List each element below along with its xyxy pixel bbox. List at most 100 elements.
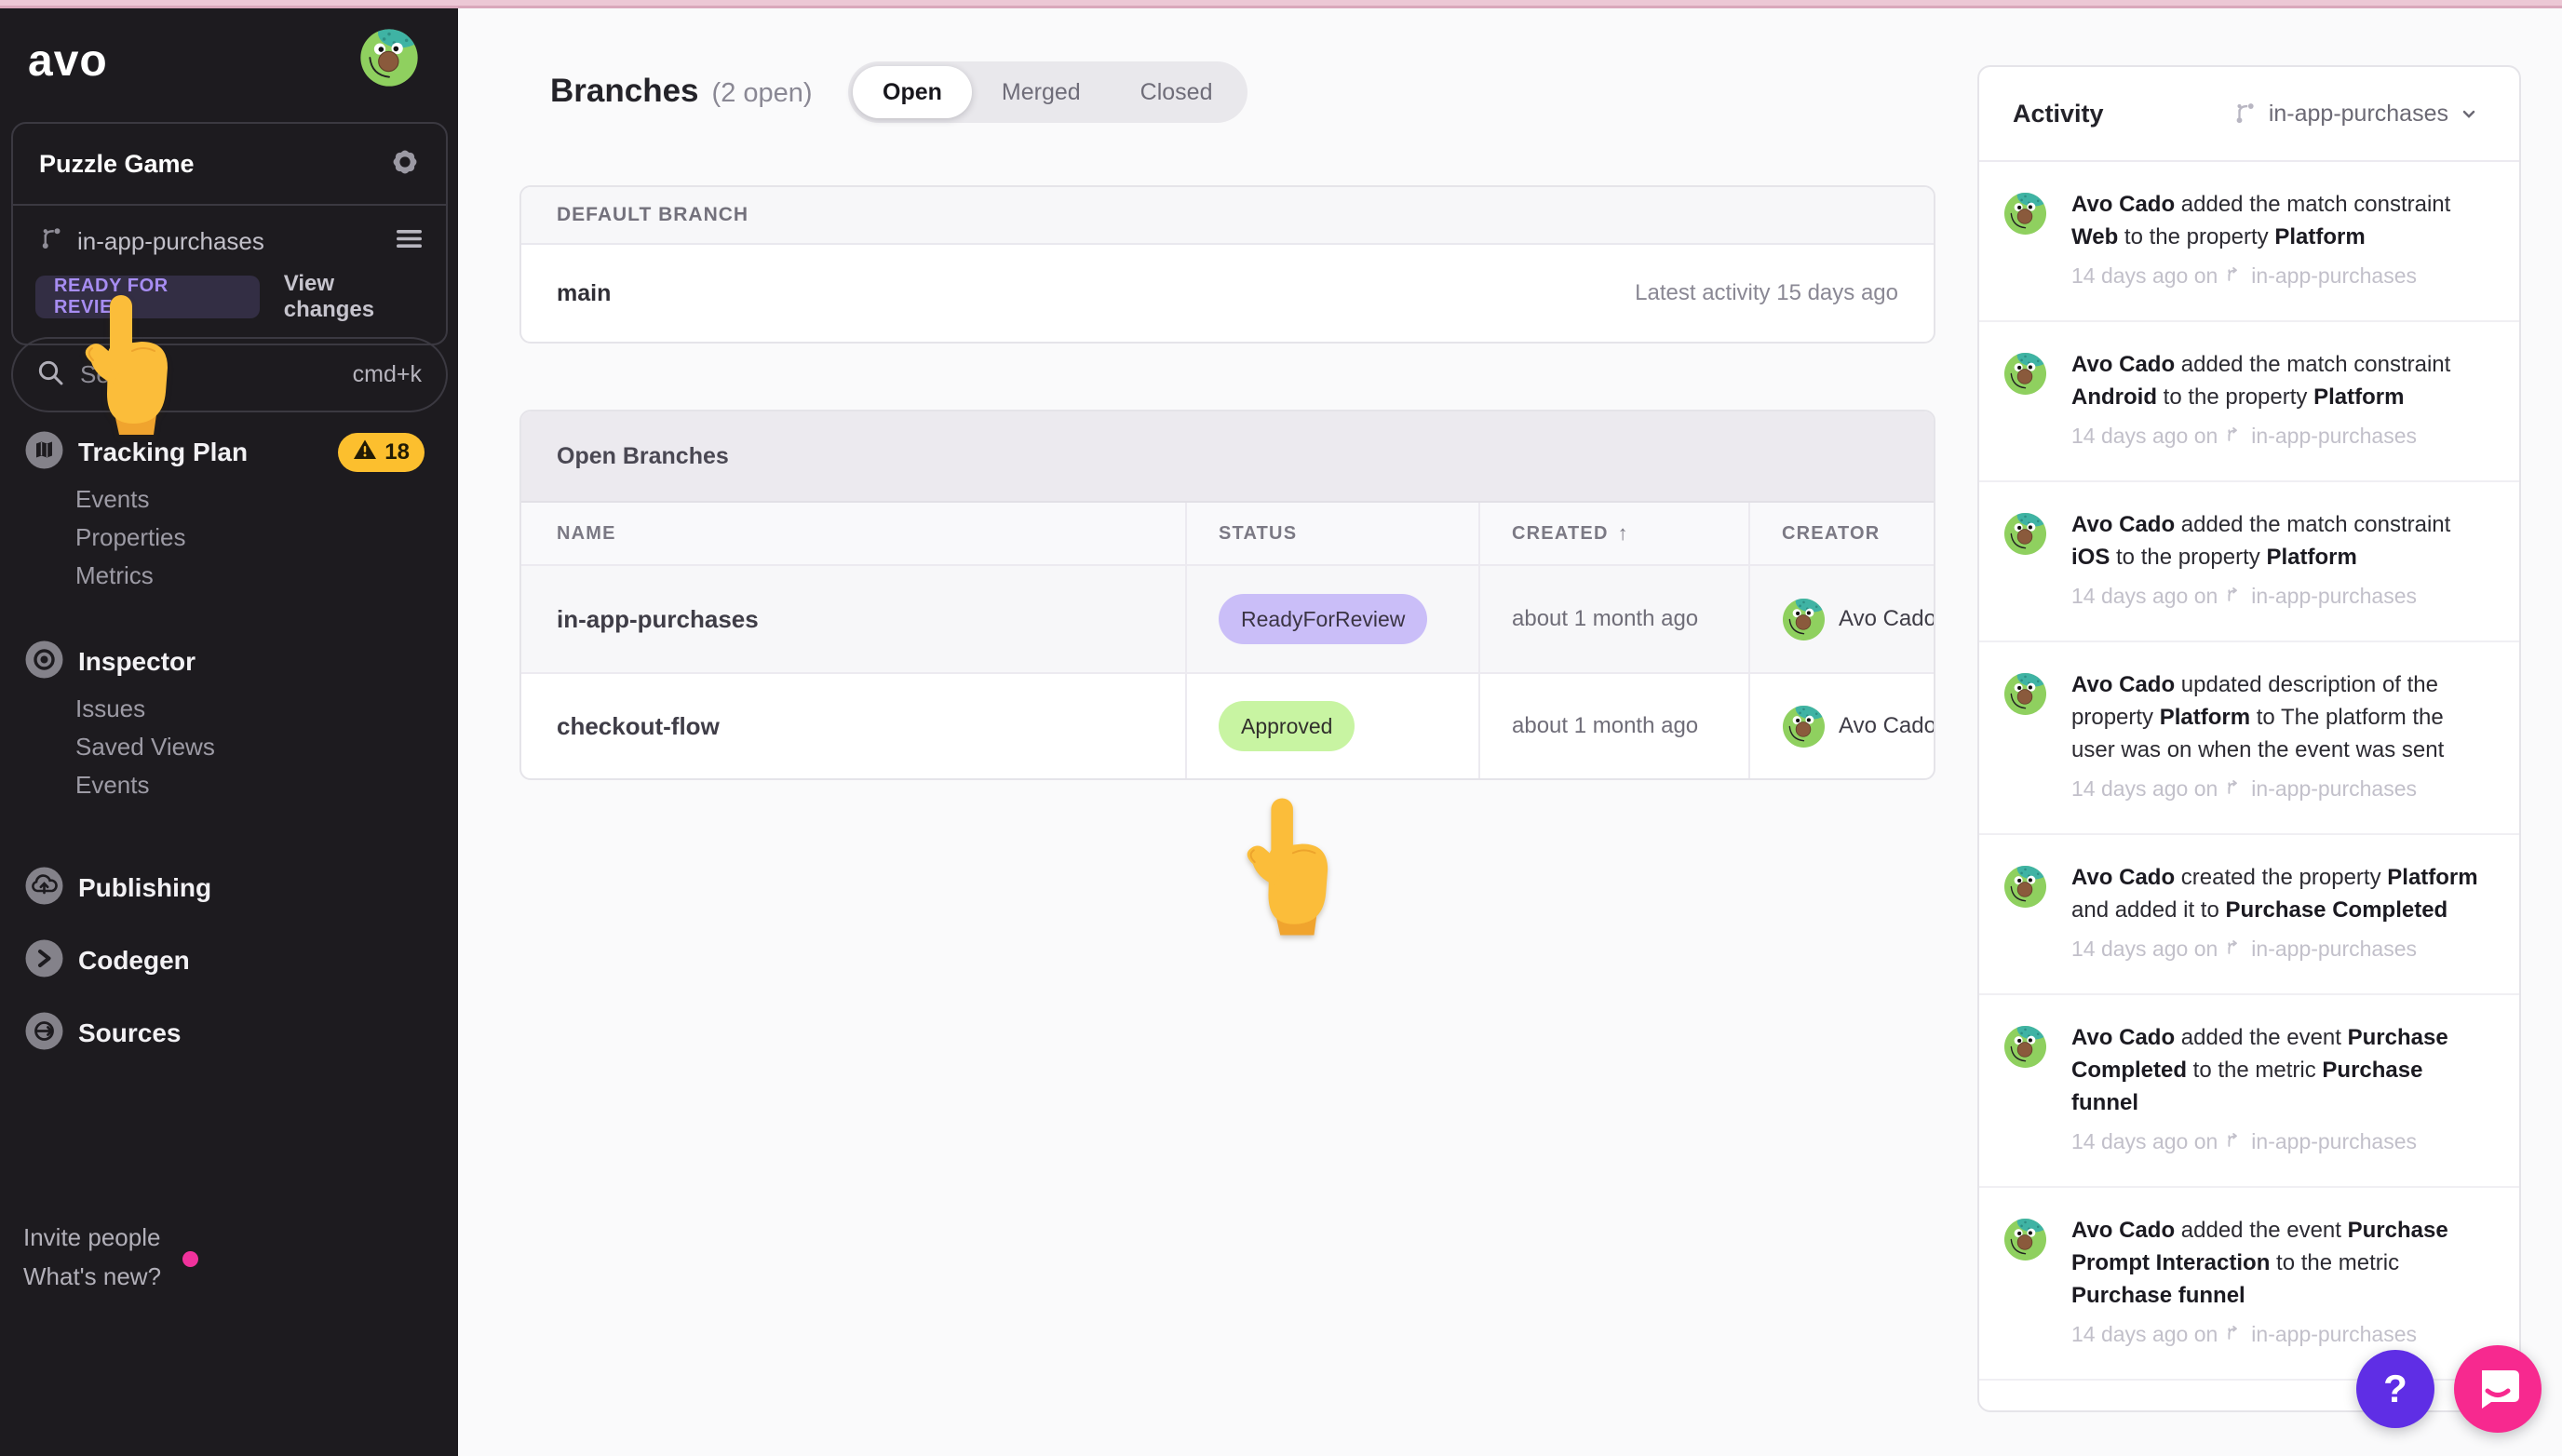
- activity-title: Activity: [2013, 99, 2104, 128]
- table-body: in-app-purchases ReadyForReview about 1 …: [521, 566, 1934, 778]
- sidebar-section-publishing: Publishing: [0, 862, 458, 914]
- sort-arrow-icon: ↑: [1617, 521, 1629, 545]
- default-branch-activity: Latest activity 15 days ago: [1635, 280, 1898, 305]
- sidebar-item-inspector[interactable]: Inspector: [0, 636, 458, 688]
- question-mark-icon: ?: [2383, 1367, 2407, 1410]
- sidebar-section-inspector: Inspector Issues Saved Views Events: [0, 636, 458, 804]
- sidebar-subitem-properties[interactable]: Properties: [75, 519, 458, 557]
- view-changes-link[interactable]: View changes: [284, 271, 424, 323]
- default-branch-row[interactable]: main Latest activity 15 days ago: [521, 245, 1934, 342]
- open-branches-card: Open Branches NAME STATUS CREATED ↑ CREATOR …: [519, 410, 1935, 780]
- activity-meta: 14 days ago on in-app-purchases: [2071, 933, 2488, 965]
- workspace-row[interactable]: Puzzle Game: [13, 124, 446, 206]
- sidebar-subitem-events[interactable]: Events: [75, 480, 458, 519]
- pointer-hand-cursor: [1244, 795, 1335, 937]
- page-subtitle: (2 open): [711, 78, 813, 108]
- user-avatar[interactable]: [359, 28, 419, 88]
- page-title: Branches: [550, 73, 699, 109]
- open-branches-header: Open Branches: [521, 411, 1934, 503]
- activity-header: Activity in-app-purchases: [1979, 67, 2519, 162]
- sidebar-subitem-events[interactable]: Events: [75, 766, 458, 804]
- branch-name-cell: in-app-purchases: [557, 604, 759, 633]
- activity-meta: 14 days ago on in-app-purchases: [2071, 773, 2488, 805]
- table-header-row: NAME STATUS CREATED ↑ CREATOR: [521, 503, 1934, 566]
- sidebar-item-sources[interactable]: Sources: [0, 1007, 458, 1059]
- branch-row-checkout-flow[interactable]: checkout-flow Approved about 1 month ago…: [521, 672, 1934, 778]
- avocado-avatar: [2003, 1218, 2047, 1261]
- avocado-avatar: [360, 29, 418, 87]
- sidebar-item-publishing[interactable]: Publishing: [0, 862, 458, 914]
- branch-filter-tabs: Open Merged Closed: [848, 61, 1247, 123]
- sidebar-subitem-metrics[interactable]: Metrics: [75, 557, 458, 595]
- column-header-name[interactable]: NAME: [521, 503, 1185, 564]
- current-branch-row[interactable]: in-app-purchases: [13, 206, 446, 256]
- default-branch-name: main: [557, 279, 612, 306]
- branch-icon: [2225, 773, 2244, 805]
- branch-creator-cell: Avo Cado: [1748, 566, 1934, 672]
- branch-icon: [2236, 103, 2254, 124]
- activity-text: Avo Cado added the event Purchase Prompt…: [2071, 1214, 2488, 1351]
- invite-people-link[interactable]: Invite people: [23, 1218, 161, 1257]
- tab-closed[interactable]: Closed: [1111, 66, 1243, 118]
- chat-bubble-icon: [2482, 1370, 2519, 1409]
- sidebar-section-sources: Sources: [0, 1007, 458, 1059]
- branch-indicator-bar: [0, 0, 2562, 8]
- chat-button[interactable]: [2454, 1345, 2542, 1433]
- activity-text: Avo Cado added the event Purchase Comple…: [2071, 1021, 2488, 1158]
- new-notification-dot: [182, 1251, 198, 1267]
- activity-branch-name: in-app-purchases: [2268, 100, 2448, 127]
- column-header-creator[interactable]: CREATOR: [1748, 503, 1934, 564]
- publishing-icon: [25, 867, 63, 910]
- default-branch-header: DEFAULT BRANCH: [521, 187, 1934, 245]
- activity-item: Avo Cado updated description of the prop…: [1979, 642, 2519, 835]
- column-header-status[interactable]: STATUS: [1185, 503, 1478, 564]
- activity-text: Avo Cado added the match constraint iOS …: [2071, 508, 2488, 613]
- sidebar-item-codegen[interactable]: Codegen: [0, 935, 458, 987]
- activity-item: Avo Cado added the event Purchase Comple…: [1979, 995, 2519, 1188]
- sidebar-section-tracking-plan: Tracking Plan 18 Events Properties Metrics: [0, 426, 458, 595]
- sidebar-item-label: Inspector: [78, 647, 196, 676]
- activity-text: Avo Cado added the match constraint Web …: [2071, 188, 2488, 292]
- activity-branch-dropdown[interactable]: in-app-purchases: [2233, 101, 2478, 128]
- avo-logo: avo: [28, 36, 108, 86]
- sidebar-item-tracking-plan[interactable]: Tracking Plan 18: [0, 426, 458, 479]
- search-icon: [35, 357, 65, 392]
- activity-item: Avo Cado added the event Purchase 14 day…: [1979, 1381, 2519, 1410]
- tab-open[interactable]: Open: [853, 66, 972, 118]
- search-input[interactable]: Search cmd+k: [11, 337, 448, 412]
- creator-name: Avo Cado: [1839, 606, 1934, 631]
- status-pill: ReadyForReview: [1219, 594, 1428, 644]
- branch-row-in-app-purchases[interactable]: in-app-purchases ReadyForReview about 1 …: [521, 566, 1934, 672]
- column-header-created[interactable]: CREATED ↑: [1478, 503, 1748, 564]
- activity-text: Avo Cado added the match constraint Andr…: [2071, 348, 2488, 452]
- branch-menu-icon[interactable]: [395, 227, 424, 255]
- sidebar-item-label: Publishing: [78, 873, 212, 902]
- issues-count-badge[interactable]: 18: [338, 433, 425, 472]
- default-branch-card: DEFAULT BRANCH main Latest activity 15 d…: [519, 185, 1935, 344]
- branch-status-cell: ReadyForReview: [1185, 566, 1478, 672]
- branch-icon: [2225, 933, 2244, 965]
- sources-icon: [25, 1012, 63, 1055]
- whats-new-link[interactable]: What's new?: [23, 1251, 198, 1296]
- tab-merged[interactable]: Merged: [972, 66, 1111, 118]
- sidebar-item-label: Tracking Plan: [78, 438, 249, 466]
- activity-text: Avo Cado updated description of the prop…: [2071, 668, 2488, 805]
- avocado-avatar: [1782, 598, 1826, 640]
- sidebar-subitem-saved-views[interactable]: Saved Views: [75, 728, 458, 766]
- gear-icon[interactable]: [388, 145, 422, 183]
- avocado-avatar: [2003, 865, 2047, 909]
- sidebar-subitem-issues[interactable]: Issues: [75, 690, 458, 728]
- branch-icon: [2225, 420, 2244, 452]
- creator-name: Avo Cado: [1839, 713, 1934, 738]
- branch-creator-cell: Avo Cado: [1748, 674, 1934, 778]
- branch-status-cell: Approved: [1185, 674, 1478, 778]
- branch-name-cell: checkout-flow: [557, 711, 720, 740]
- activity-list: Avo Cado added the match constraint Web …: [1979, 162, 2519, 1410]
- avocado-avatar: [2003, 352, 2047, 396]
- branch-icon: [2225, 260, 2244, 292]
- activity-meta: 14 days ago on in-app-purchases: [2071, 1126, 2488, 1158]
- help-button[interactable]: ?: [2356, 1350, 2434, 1428]
- avocado-avatar: [1782, 705, 1826, 748]
- avocado-avatar: [2003, 1025, 2047, 1069]
- branch-icon: [39, 226, 64, 256]
